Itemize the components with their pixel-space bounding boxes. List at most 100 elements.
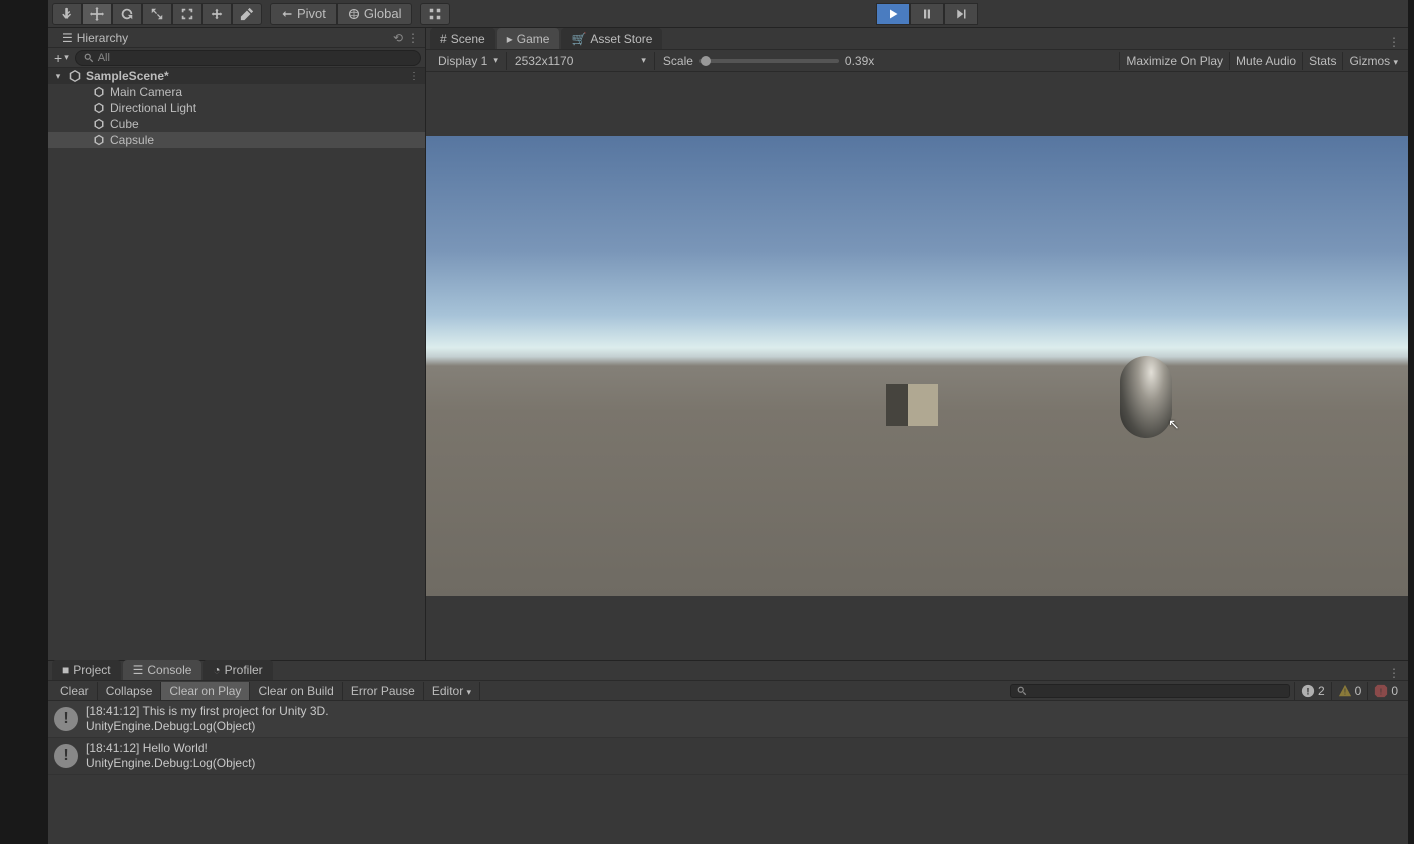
pivot-icon: [281, 8, 293, 20]
clear-button[interactable]: Clear: [52, 682, 98, 700]
warning-icon: !: [1338, 684, 1352, 698]
scene-tab-label: Scene: [451, 32, 485, 46]
create-button[interactable]: +▾: [52, 50, 71, 66]
error-count: 0: [1391, 684, 1398, 698]
hierarchy-item-label: Directional Light: [110, 101, 196, 115]
game-tab-icon: ▸: [507, 32, 513, 46]
scene-tab-icon: #: [440, 32, 447, 46]
hierarchy-title: Hierarchy: [77, 31, 128, 45]
top-toolbar: Pivot Global: [48, 0, 1408, 28]
log-row[interactable]: ![18:41:12] This is my first project for…: [48, 701, 1408, 738]
project-tab-label: Project: [73, 663, 110, 677]
display-dropdown[interactable]: Display 1▾: [430, 52, 507, 70]
transform-tool-group: [52, 3, 262, 25]
game-toolbar-right: Maximize On Play Mute Audio Stats Gizmos…: [1119, 52, 1404, 70]
collapse-button[interactable]: Collapse: [98, 682, 162, 700]
stats-button[interactable]: Stats: [1302, 52, 1342, 70]
hierarchy-item[interactable]: Directional Light: [48, 100, 425, 116]
row-menu-icon[interactable]: ⋮: [409, 71, 419, 82]
scene-row[interactable]: ▾ SampleScene* ⋮: [48, 68, 425, 84]
game-view-panel: # Scene ▸ Game 🛒 Asset Store ⋮ Display 1…: [426, 28, 1408, 660]
view-tab-menu-icon[interactable]: ⋮: [1380, 35, 1408, 49]
rotate-tool-button[interactable]: [112, 3, 142, 25]
expand-icon[interactable]: ▾: [52, 71, 64, 82]
hierarchy-item[interactable]: Main Camera: [48, 84, 425, 100]
scene-icon: [68, 70, 82, 82]
pivot-label: Pivot: [297, 6, 326, 21]
hierarchy-search-input[interactable]: All: [75, 50, 421, 66]
transform-tool-button[interactable]: [202, 3, 232, 25]
move-tool-button[interactable]: [82, 3, 112, 25]
hierarchy-item[interactable]: Cube: [48, 116, 425, 132]
info-icon: !: [1301, 684, 1315, 698]
pause-button[interactable]: [910, 3, 944, 25]
profiler-icon: ◔: [213, 663, 220, 677]
asset-store-tab-icon: 🛒: [571, 32, 586, 46]
tab-game[interactable]: ▸ Game: [497, 28, 560, 49]
hierarchy-tab[interactable]: ☰ Hierarchy: [54, 29, 136, 47]
error-pause-button[interactable]: Error Pause: [343, 682, 424, 700]
warn-counter[interactable]: ! 0: [1331, 682, 1368, 700]
log-text: [18:41:12] Hello World!UnityEngine.Debug…: [86, 741, 255, 771]
cube-object: [886, 384, 938, 426]
tab-scene[interactable]: # Scene: [430, 28, 495, 49]
hierarchy-toolbar: +▾ All: [48, 48, 425, 68]
search-icon: [1017, 686, 1027, 696]
log-row[interactable]: ![18:41:12] Hello World!UnityEngine.Debu…: [48, 738, 1408, 775]
profiler-tab-label: Profiler: [225, 663, 263, 677]
scale-tool-button[interactable]: [142, 3, 172, 25]
pivot-group: Pivot Global: [270, 3, 412, 25]
tab-profiler[interactable]: ◔ Profiler: [203, 660, 272, 680]
viewport-frame: ↖: [426, 136, 1408, 596]
panel-menu-icon[interactable]: ⋮: [407, 31, 419, 45]
hierarchy-item-label: Cube: [110, 117, 139, 131]
console-icon: ☰: [133, 663, 144, 677]
console-log-list[interactable]: ![18:41:12] This is my first project for…: [48, 701, 1408, 844]
info-count: 2: [1318, 684, 1325, 698]
tab-asset-store[interactable]: 🛒 Asset Store: [561, 28, 662, 49]
scale-slider[interactable]: [699, 59, 839, 63]
hierarchy-panel: ☰ Hierarchy ⟲ ⋮ +▾ All ▾ Sam: [48, 28, 426, 660]
game-viewport[interactable]: ↖: [426, 72, 1408, 660]
mute-audio-button[interactable]: Mute Audio: [1229, 52, 1302, 70]
hierarchy-icon: ☰: [62, 31, 73, 45]
log-counters: ! 2 ! 0 ! 0: [1294, 682, 1404, 700]
hierarchy-item-label: Capsule: [110, 133, 154, 147]
rect-tool-button[interactable]: [172, 3, 202, 25]
hand-tool-button[interactable]: [52, 3, 82, 25]
tab-console[interactable]: ☰ Console: [123, 660, 202, 680]
console-search-input[interactable]: [1010, 684, 1290, 698]
clear-on-build-button[interactable]: Clear on Build: [250, 682, 342, 700]
play-controls: [876, 3, 978, 25]
gameobject-icon: [92, 134, 106, 146]
globe-icon: [348, 8, 360, 20]
pivot-button[interactable]: Pivot: [270, 3, 337, 25]
hierarchy-header: ☰ Hierarchy ⟲ ⋮: [48, 28, 425, 48]
resolution-dropdown[interactable]: 2532x1170▾: [507, 52, 655, 70]
error-counter[interactable]: ! 0: [1367, 682, 1404, 700]
custom-tool-button[interactable]: [232, 3, 262, 25]
capsule-object: [1120, 356, 1172, 438]
hierarchy-tree: ▾ SampleScene* ⋮ Main Camera Directional …: [48, 68, 425, 660]
scale-control: Scale 0.39x: [655, 54, 882, 68]
console-toolbar: Clear Collapse Clear on Play Clear on Bu…: [48, 681, 1408, 701]
hierarchy-item-label: Main Camera: [110, 85, 182, 99]
svg-text:!: !: [1344, 687, 1346, 696]
clear-on-play-button[interactable]: Clear on Play: [161, 682, 250, 700]
snap-button[interactable]: [420, 3, 450, 25]
step-button[interactable]: [944, 3, 978, 25]
slider-thumb[interactable]: [701, 56, 711, 66]
lock-icon[interactable]: ⟲: [393, 31, 403, 45]
hierarchy-item[interactable]: Capsule: [48, 132, 425, 148]
scale-value: 0.39x: [845, 54, 874, 68]
maximize-on-play-button[interactable]: Maximize On Play: [1119, 52, 1229, 70]
bottom-tab-menu-icon[interactable]: ⋮: [1380, 666, 1408, 680]
play-button[interactable]: [876, 3, 910, 25]
gizmos-dropdown[interactable]: Gizmos ▾: [1342, 52, 1404, 70]
editor-dropdown[interactable]: Editor ▾: [424, 682, 480, 700]
info-counter[interactable]: ! 2: [1294, 682, 1331, 700]
global-button[interactable]: Global: [337, 3, 413, 25]
tab-project[interactable]: ■ Project: [52, 660, 121, 680]
bottom-tab-bar: ■ Project ☰ Console ◔ Profiler ⋮: [48, 661, 1408, 681]
warn-count: 0: [1355, 684, 1362, 698]
